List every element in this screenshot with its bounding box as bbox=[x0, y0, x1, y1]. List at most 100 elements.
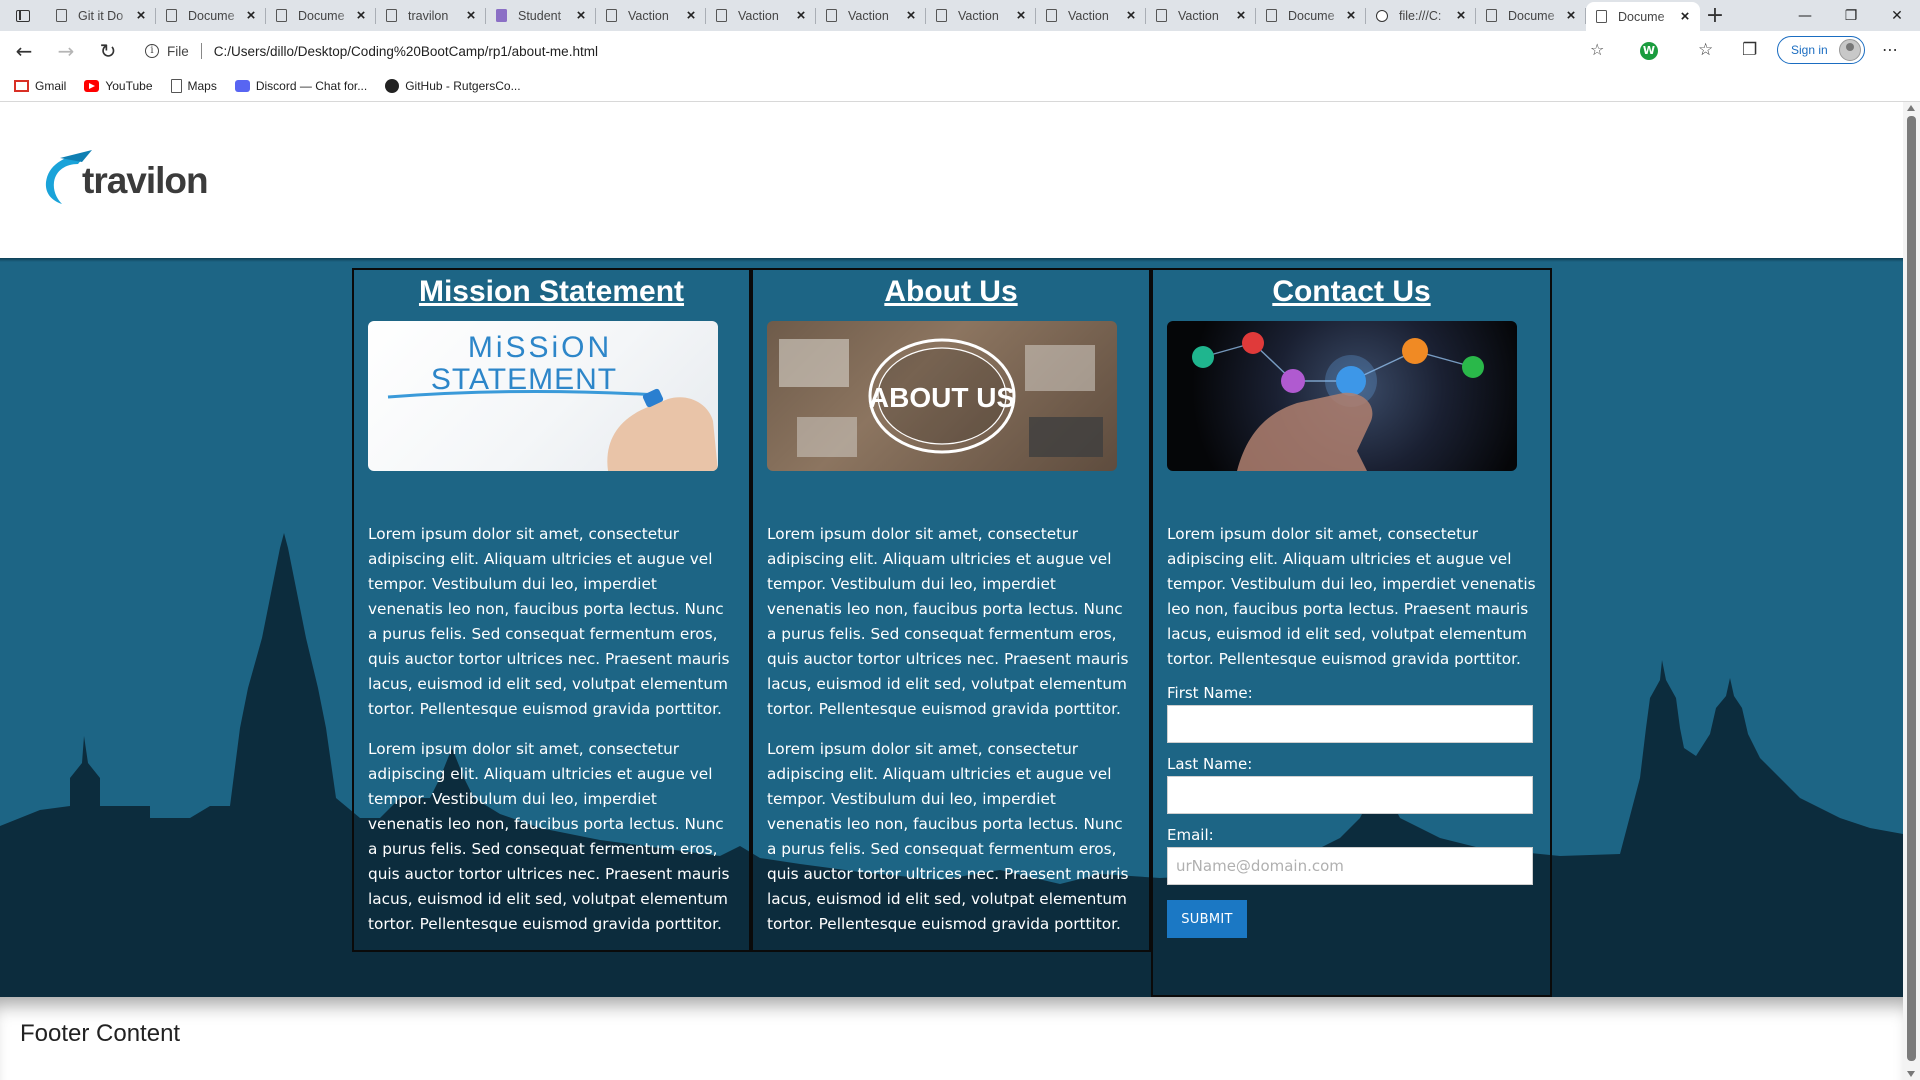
bookmark-label: Maps bbox=[187, 79, 217, 93]
url-text[interactable]: C:/Users/dillo/Desktop/Coding%20BootCamp… bbox=[214, 44, 598, 59]
avatar bbox=[1839, 39, 1861, 61]
page-icon bbox=[1596, 10, 1607, 23]
close-tab-icon[interactable]: × bbox=[1564, 7, 1578, 24]
tab-title: Docume bbox=[1618, 9, 1665, 24]
mission-heading[interactable]: Mission Statement bbox=[368, 274, 735, 310]
bookmark-youtube[interactable]: YouTube bbox=[84, 79, 153, 93]
close-tab-icon[interactable]: × bbox=[354, 7, 368, 24]
contact-us-image bbox=[1167, 321, 1517, 471]
address-divider bbox=[200, 43, 202, 59]
tab-actions-button[interactable] bbox=[0, 0, 46, 31]
signin-button[interactable]: Sign in bbox=[1777, 36, 1865, 64]
close-tab-icon[interactable]: × bbox=[1454, 7, 1468, 24]
tab[interactable]: Docume × bbox=[1256, 0, 1366, 31]
page-icon bbox=[386, 9, 397, 22]
main-section: Mission Statement MiSSiON STATEMENT Lore… bbox=[0, 258, 1903, 997]
bookmark-maps[interactable]: Maps bbox=[170, 79, 217, 93]
gmail-icon bbox=[14, 80, 29, 92]
page-icon bbox=[606, 9, 617, 22]
contact-heading[interactable]: Contact Us bbox=[1167, 274, 1536, 310]
favorites-icon[interactable]: ☆ bbox=[1698, 40, 1713, 60]
collections-icon[interactable]: ❐ bbox=[1742, 40, 1757, 60]
tab-bar: Git it Do × Docume × Docume × travilon × Student… bbox=[0, 0, 1920, 31]
more-menu-icon[interactable]: ⋯ bbox=[1882, 40, 1899, 59]
close-window-button[interactable]: ✕ bbox=[1874, 0, 1920, 31]
tab[interactable]: Vaction × bbox=[1146, 0, 1256, 31]
bookmark-label: YouTube bbox=[105, 79, 153, 93]
page-icon bbox=[826, 9, 837, 22]
extension-w-icon[interactable]: W bbox=[1640, 42, 1658, 60]
about-image-text: ABOUT US bbox=[869, 382, 1015, 413]
close-tab-icon[interactable]: × bbox=[244, 7, 258, 24]
refresh-button[interactable]: ↻ bbox=[90, 35, 126, 67]
page-icon bbox=[1266, 9, 1277, 22]
tab[interactable]: Vaction × bbox=[1036, 0, 1146, 31]
new-tab-button[interactable]: + bbox=[1700, 0, 1730, 31]
email-label: Email: bbox=[1167, 826, 1214, 844]
site-header: travilon bbox=[0, 102, 1903, 258]
about-heading[interactable]: About Us bbox=[767, 274, 1135, 310]
tab-title: Docume bbox=[298, 8, 345, 23]
last-name-field[interactable] bbox=[1167, 776, 1533, 814]
scroll-down-icon[interactable] bbox=[1907, 1071, 1915, 1077]
tab-title: Git it Do bbox=[78, 8, 124, 23]
scrollbar-thumb[interactable] bbox=[1907, 116, 1916, 1061]
submit-button[interactable]: SUBMIT bbox=[1167, 900, 1247, 938]
browser-toolbar: ← → ↻ i File C:/Users/dillo/Desktop/Codi… bbox=[0, 31, 1920, 71]
page-scrollbar[interactable] bbox=[1903, 102, 1920, 1080]
tab-title: travilon bbox=[408, 8, 449, 23]
tab[interactable]: Vaction × bbox=[816, 0, 926, 31]
tab[interactable]: Vaction × bbox=[926, 0, 1036, 31]
close-tab-icon[interactable]: × bbox=[134, 7, 148, 24]
info-icon[interactable]: i bbox=[145, 44, 159, 58]
close-tab-icon[interactable]: × bbox=[1124, 7, 1138, 24]
email-field[interactable] bbox=[1167, 847, 1533, 885]
back-button[interactable]: ← bbox=[6, 35, 42, 67]
page-icon bbox=[170, 79, 182, 93]
tab[interactable]: Docume × bbox=[266, 0, 376, 31]
tab-title: Docume bbox=[1288, 8, 1335, 23]
footer-text: Footer Content bbox=[20, 1020, 181, 1047]
tab[interactable]: Docume × bbox=[156, 0, 266, 31]
close-tab-icon[interactable]: × bbox=[574, 7, 588, 24]
arrow-left-icon: ← bbox=[15, 39, 33, 63]
close-tab-icon[interactable]: × bbox=[794, 7, 808, 24]
forward-button[interactable]: → bbox=[48, 35, 84, 67]
tab[interactable]: file:///C: × bbox=[1366, 0, 1476, 31]
close-tab-icon[interactable]: × bbox=[1234, 7, 1248, 24]
close-tab-icon[interactable]: × bbox=[1678, 8, 1692, 25]
site-logo[interactable]: travilon bbox=[40, 148, 209, 210]
tab[interactable]: Git it Do × bbox=[46, 0, 156, 31]
page-icon bbox=[56, 9, 67, 22]
tab-title: Vaction bbox=[848, 8, 889, 23]
close-tab-icon[interactable]: × bbox=[904, 7, 918, 24]
first-name-label: First Name: bbox=[1167, 684, 1253, 702]
page-icon bbox=[276, 9, 287, 22]
favorite-star-icon[interactable]: ☆ bbox=[1590, 40, 1604, 59]
close-tab-icon[interactable]: × bbox=[1014, 7, 1028, 24]
bookmark-label: Discord — Chat for... bbox=[255, 79, 368, 93]
restore-button[interactable]: ❐ bbox=[1828, 0, 1874, 31]
address-bar[interactable]: i File C:/Users/dillo/Desktop/Coding%20B… bbox=[145, 35, 1593, 67]
close-tab-icon[interactable]: × bbox=[1344, 7, 1358, 24]
tab[interactable]: Student × bbox=[486, 0, 596, 31]
bookmark-gmail[interactable]: Gmail bbox=[14, 79, 66, 93]
tab-title: file:///C: bbox=[1399, 8, 1442, 23]
bookmark-github[interactable]: GitHub - RutgersCo... bbox=[385, 79, 521, 93]
tab[interactable]: Docume × bbox=[1476, 0, 1586, 31]
page-icon bbox=[1046, 9, 1057, 22]
tab-active[interactable]: Docume × bbox=[1586, 2, 1700, 31]
first-name-field[interactable] bbox=[1167, 705, 1533, 743]
tab[interactable]: travilon × bbox=[376, 0, 486, 31]
tab[interactable]: Vaction × bbox=[706, 0, 816, 31]
signin-label: Sign in bbox=[1791, 43, 1828, 57]
bookmark-discord[interactable]: Discord — Chat for... bbox=[234, 79, 368, 93]
tab[interactable]: Vaction × bbox=[596, 0, 706, 31]
minimize-button[interactable]: — bbox=[1782, 0, 1828, 31]
page-viewport: travilon Mission Statement MiSSiON STATE… bbox=[0, 102, 1903, 1080]
scroll-up-icon[interactable] bbox=[1907, 105, 1915, 111]
page-icon bbox=[936, 9, 947, 22]
close-tab-icon[interactable]: × bbox=[464, 7, 478, 24]
plus-icon: + bbox=[1705, 3, 1725, 28]
close-tab-icon[interactable]: × bbox=[684, 7, 698, 24]
